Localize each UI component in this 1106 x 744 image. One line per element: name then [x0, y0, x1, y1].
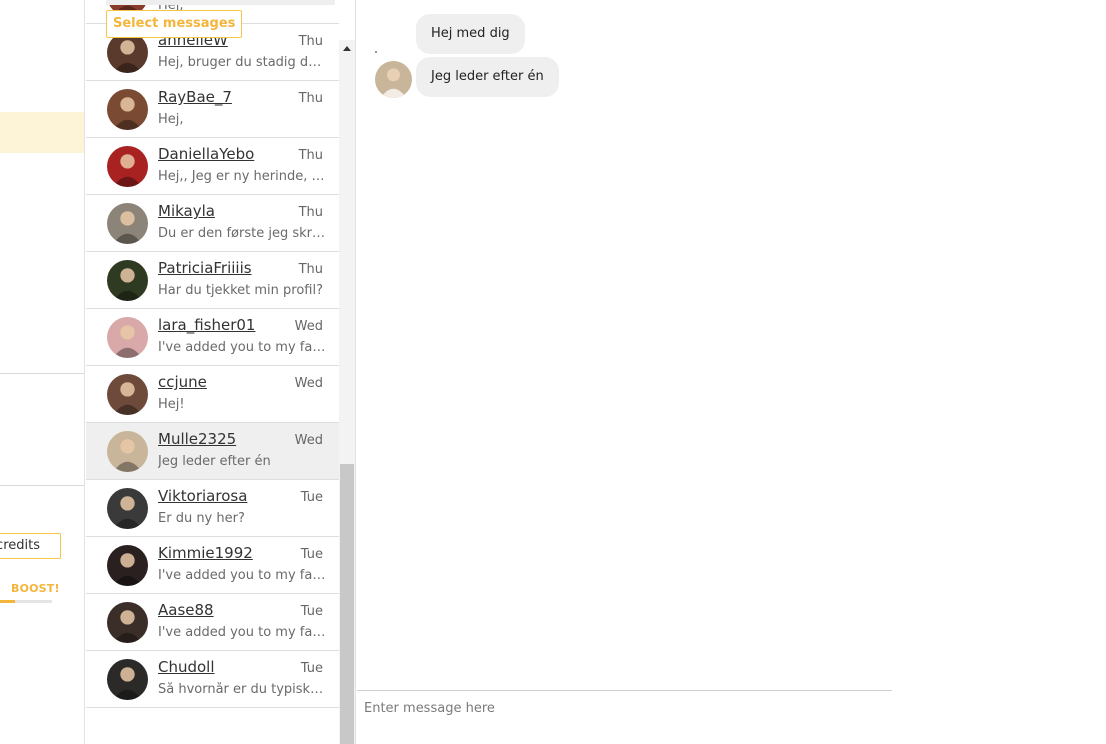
conversation-time: Tue: [300, 490, 323, 505]
conversation-name[interactable]: Chudoll: [158, 658, 215, 676]
chat-avatar[interactable]: [375, 61, 412, 98]
conversation-preview: Hej, bruger du stadig den her app?: [158, 55, 326, 70]
avatar-image: [107, 659, 148, 700]
search-bar-edge[interactable]: [106, 0, 335, 5]
boost-label[interactable]: BOOST!: [11, 582, 60, 595]
conversation-preview: I've added you to my favorites: [158, 340, 326, 355]
conversation-name[interactable]: PatriciaFriiiis: [158, 259, 252, 277]
scrollbar-thumb[interactable]: [340, 464, 354, 744]
conversation-preview: Hej,, Jeg er ny herinde, hvad med dig?: [158, 169, 326, 184]
conversation-name[interactable]: DaniellaYebo: [158, 145, 254, 163]
nav-highlight[interactable]: [0, 112, 84, 153]
avatar[interactable]: [107, 602, 148, 643]
avatar-image: [107, 260, 148, 301]
avatar-image: [107, 203, 148, 244]
nav-divider: [0, 373, 84, 374]
conversation-time: Thu: [298, 34, 323, 49]
boost-progress-bar: [0, 600, 52, 603]
conversation-preview: Har du tjekket min profil?: [158, 283, 323, 298]
avatar[interactable]: [107, 89, 148, 130]
avatar[interactable]: [107, 431, 148, 472]
conversation-time: Tue: [300, 661, 323, 676]
select-messages-button[interactable]: Select messages: [106, 10, 243, 38]
avatar[interactable]: [107, 545, 148, 586]
avatar-image: [107, 602, 148, 643]
conversation-list: Hej, annelieW Thu Hej, bruger du stadig den…: [86, 0, 339, 708]
conversation-time: Tue: [300, 604, 323, 619]
conversation-name[interactable]: RayBae_7: [158, 88, 232, 106]
conversation-name[interactable]: ccjune: [158, 373, 207, 391]
avatar[interactable]: [107, 317, 148, 358]
conversation-preview: Så hvornår er du typisk logget ind?: [158, 682, 326, 697]
conversation-list-panel: Hej, annelieW Thu Hej, bruger du stadig den…: [86, 0, 356, 744]
conversation-time: Thu: [298, 148, 323, 163]
avatar[interactable]: [107, 146, 148, 187]
message-bubble: Hej med dig: [416, 14, 525, 54]
conversation-item[interactable]: Kimmie1992 Tue I've added you to my favori…: [86, 537, 339, 594]
conversation-item[interactable]: RayBae_7 Thu Hej,: [86, 81, 339, 138]
avatar-image: [107, 89, 148, 130]
conversation-time: Tue: [300, 547, 323, 562]
conversation-item[interactable]: Mikayla Thu Du er den første jeg skriver t…: [86, 195, 339, 252]
avatar[interactable]: [107, 488, 148, 529]
scroll-up-arrow-icon[interactable]: [343, 46, 351, 51]
conversation-item[interactable]: PatriciaFriiiis Thu Har du tjekket min pro…: [86, 252, 339, 309]
conversation-preview: I've added you to my favorites: [158, 625, 326, 640]
message-dot: [375, 51, 377, 53]
conversation-time: Wed: [294, 319, 323, 334]
conversation-name[interactable]: Mikayla: [158, 202, 215, 220]
avatar[interactable]: [107, 32, 148, 73]
conversation-preview: Du er den første jeg skriver til: [158, 226, 326, 241]
nav-divider: [0, 485, 84, 486]
conversation-item[interactable]: Chudoll Tue Så hvornår er du typisk logget…: [86, 651, 339, 708]
conversation-preview: Jeg leder efter én: [158, 454, 271, 469]
credits-button[interactable]: credits: [0, 533, 61, 559]
conversation-item[interactable]: Viktoriarosa Tue Er du ny her?: [86, 480, 339, 537]
conversation-name[interactable]: lara_fisher01: [158, 316, 255, 334]
conversation-item[interactable]: Aase88 Tue I've added you to my favorites: [86, 594, 339, 651]
conversation-item[interactable]: ccjune Wed Hej!: [86, 366, 339, 423]
conversation-preview: I've added you to my favorites: [158, 568, 326, 583]
conversation-name[interactable]: Viktoriarosa: [158, 487, 247, 505]
conversation-time: Thu: [298, 91, 323, 106]
avatar-image: [107, 32, 148, 73]
avatar-image: [107, 317, 148, 358]
conversation-preview: Hej,: [158, 112, 184, 127]
message-bubble: Jeg leder efter én: [416, 57, 559, 97]
conversation-time: Wed: [294, 376, 323, 391]
conversation-name[interactable]: Aase88: [158, 601, 214, 619]
scrollbar-track[interactable]: [339, 40, 355, 744]
avatar[interactable]: [107, 203, 148, 244]
avatar-image: [375, 61, 412, 98]
avatar-image: [107, 146, 148, 187]
avatar-image: [107, 431, 148, 472]
boost-progress-fill: [0, 600, 15, 603]
left-nav: credits BOOST!: [0, 0, 85, 744]
avatar[interactable]: [107, 260, 148, 301]
conversation-item[interactable]: lara_fisher01 Wed I've added you to my fav…: [86, 309, 339, 366]
conversation-time: Thu: [298, 205, 323, 220]
avatar-image: [107, 545, 148, 586]
message-input[interactable]: [364, 697, 864, 719]
conversation-item[interactable]: DaniellaYebo Thu Hej,, Jeg er ny herinde, …: [86, 138, 339, 195]
avatar-image: [107, 488, 148, 529]
conversation-name[interactable]: Mulle2325: [158, 430, 236, 448]
conversation-time: Thu: [298, 262, 323, 277]
conversation-preview: Er du ny her?: [158, 511, 245, 526]
avatar-image: [107, 374, 148, 415]
conversation-time: Wed: [294, 433, 323, 448]
conversation-name[interactable]: Kimmie1992: [158, 544, 253, 562]
avatar[interactable]: [107, 659, 148, 700]
avatar[interactable]: [107, 374, 148, 415]
message-composer: [357, 690, 892, 744]
chat-panel: Hej med dig Jeg leder efter én: [357, 0, 892, 744]
conversation-item[interactable]: Mulle2325 Wed Jeg leder efter én: [86, 423, 339, 480]
conversation-preview: Hej!: [158, 397, 185, 412]
